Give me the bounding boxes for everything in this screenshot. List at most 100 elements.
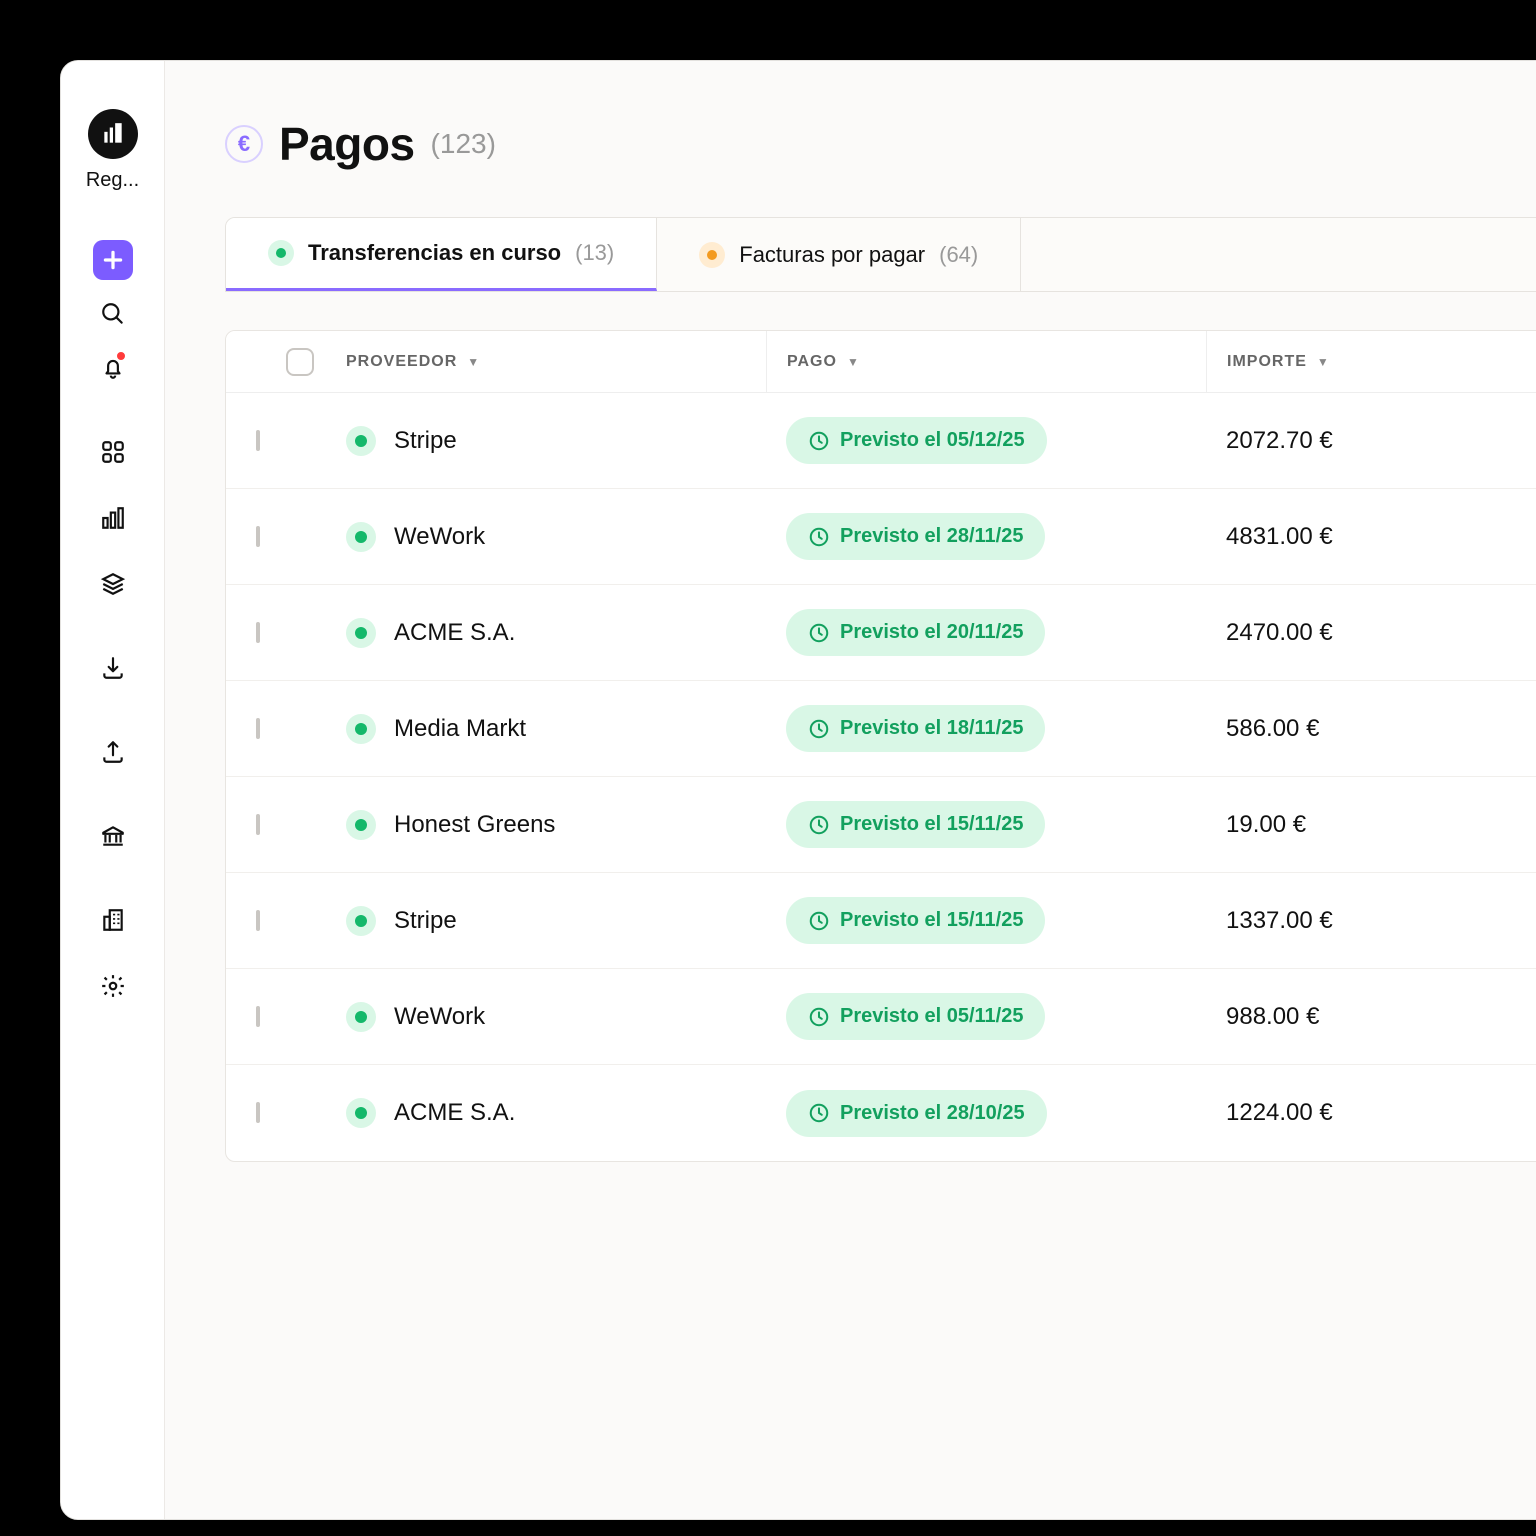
table-row[interactable]: ACME S.A. Previsto el 20/11/25 2470.00 € xyxy=(226,585,1536,681)
payment-status-pill: Previsto el 20/11/25 xyxy=(786,609,1045,656)
row-checkbox[interactable] xyxy=(256,430,260,451)
upload-icon xyxy=(100,739,126,765)
col-header-payment[interactable]: PAGO ▼ xyxy=(766,331,1206,392)
page-title-row: € Pagos (123) xyxy=(225,117,1536,171)
clock-icon xyxy=(808,622,830,644)
vendor-name: ACME S.A. xyxy=(394,1099,515,1127)
sidebar-group-5 xyxy=(93,890,133,1006)
vendor-name: Honest Greens xyxy=(394,811,555,839)
col-header-provider-label: PROVEEDOR xyxy=(346,353,457,371)
search-button[interactable] xyxy=(93,294,133,334)
page-title: Pagos xyxy=(279,117,415,171)
status-dot-icon xyxy=(346,618,376,648)
status-dot-icon xyxy=(699,242,725,268)
row-checkbox[interactable] xyxy=(256,526,260,547)
payment-date: Previsto el 20/11/25 xyxy=(840,621,1023,644)
amount: 4831.00 € xyxy=(1206,523,1536,551)
nav-download[interactable] xyxy=(93,648,133,688)
layers-icon xyxy=(100,571,126,597)
table-row[interactable]: WeWorkPrevisto el 28/11/254831.00 € xyxy=(226,489,1536,585)
nav-layers[interactable] xyxy=(93,564,133,604)
sidebar-group-3 xyxy=(93,722,133,772)
table-row[interactable]: Stripe Previsto el 15/11/25 1337.00 € xyxy=(226,873,1536,969)
status-dot-icon xyxy=(346,714,376,744)
table-row[interactable]: ACME S.A.Previsto el 28/10/251224.00 € xyxy=(226,1065,1536,1161)
clock-icon xyxy=(808,718,830,740)
payment-date: Previsto el 05/11/25 xyxy=(840,1005,1023,1028)
clock-icon xyxy=(808,910,830,932)
status-dot-icon xyxy=(346,810,376,840)
tab-count: (64) xyxy=(939,242,978,268)
col-header-amount-label: IMPORTE xyxy=(1227,353,1307,371)
payment-status-pill: Previsto el 28/11/25 xyxy=(786,513,1045,560)
payment-date: Previsto el 15/11/25 xyxy=(840,813,1023,836)
sort-caret-icon: ▼ xyxy=(467,355,480,369)
clock-icon xyxy=(808,430,830,452)
main-content: € Pagos (123) Transferencias en curso (13… xyxy=(165,61,1536,1519)
sidebar-group-2 xyxy=(93,638,133,688)
table-row[interactable]: Media MarktPrevisto el 18/11/25586.00 € xyxy=(226,681,1536,777)
row-checkbox[interactable] xyxy=(256,622,260,643)
sort-caret-icon: ▼ xyxy=(1317,355,1330,369)
vendor-name: Media Markt xyxy=(394,715,526,743)
row-checkbox[interactable] xyxy=(256,718,260,739)
clock-icon xyxy=(808,814,830,836)
table-row[interactable]: WeWork Previsto el 05/11/25 988.00 € xyxy=(226,969,1536,1065)
nav-analytics[interactable] xyxy=(93,498,133,538)
vendor-name: Stripe xyxy=(394,907,457,935)
vendor-name: WeWork xyxy=(394,1003,485,1031)
row-checkbox[interactable] xyxy=(256,1102,260,1123)
payment-date: Previsto el 18/11/25 xyxy=(840,717,1023,740)
col-header-amount[interactable]: IMPORTE ▼ xyxy=(1206,331,1536,392)
notifications-button[interactable] xyxy=(93,348,133,388)
amount: 1337.00 € xyxy=(1206,907,1536,935)
nav-bank[interactable] xyxy=(93,816,133,856)
nav-apps[interactable] xyxy=(93,432,133,472)
status-dot-icon xyxy=(346,522,376,552)
notification-dot-icon xyxy=(115,350,127,362)
nav-upload[interactable] xyxy=(93,732,133,772)
table-row[interactable]: Honest Greens Previsto el 15/11/25 19.00 € xyxy=(226,777,1536,873)
table-header: PROVEEDOR ▼ PAGO ▼ IMPORTE ▼ xyxy=(226,331,1536,393)
app-window: Reg... xyxy=(60,60,1536,1520)
row-checkbox[interactable] xyxy=(256,814,260,835)
payment-date: Previsto el 15/11/25 xyxy=(840,909,1023,932)
payment-date: Previsto el 05/12/25 xyxy=(840,429,1025,452)
app-logo[interactable] xyxy=(88,109,138,159)
vendor-name: ACME S.A. xyxy=(394,619,515,647)
nav-company[interactable] xyxy=(93,900,133,940)
bars-icon xyxy=(100,505,126,531)
payment-status-pill: Previsto el 05/12/25 xyxy=(786,417,1047,464)
status-dot-icon xyxy=(346,1002,376,1032)
amount: 2470.00 € xyxy=(1206,619,1536,647)
row-checkbox[interactable] xyxy=(256,1006,260,1027)
vendor-name: Stripe xyxy=(394,427,457,455)
tab-1[interactable]: Facturas por pagar(64) xyxy=(657,218,1021,291)
amount: 19.00 € xyxy=(1206,811,1536,839)
row-checkbox[interactable] xyxy=(256,910,260,931)
select-all-checkbox[interactable] xyxy=(286,348,314,376)
tab-label: Transferencias en curso xyxy=(308,240,561,266)
table-row[interactable]: Stripe Previsto el 05/12/25 2072.70 € xyxy=(226,393,1536,489)
download-icon xyxy=(100,655,126,681)
amount: 988.00 € xyxy=(1206,1003,1536,1031)
amount: 2072.70 € xyxy=(1206,427,1536,455)
col-header-provider[interactable]: PROVEEDOR ▼ xyxy=(326,353,766,371)
status-dot-icon xyxy=(346,906,376,936)
nav-settings[interactable] xyxy=(93,966,133,1006)
payment-status-pill: Previsto el 15/11/25 xyxy=(786,897,1045,944)
clock-icon xyxy=(808,1102,830,1124)
sort-caret-icon: ▼ xyxy=(847,355,860,369)
tab-count: (13) xyxy=(575,240,614,266)
payment-status-pill: Previsto el 18/11/25 xyxy=(786,705,1045,752)
search-icon xyxy=(100,301,126,327)
sidebar: Reg... xyxy=(61,61,165,1519)
logo-label: Reg... xyxy=(85,169,141,192)
tab-0[interactable]: Transferencias en curso (13) xyxy=(226,218,657,291)
status-dot-icon xyxy=(268,240,294,266)
tabs: Transferencias en curso (13) Facturas por … xyxy=(225,217,1536,292)
logo-icon xyxy=(100,121,126,147)
add-button[interactable] xyxy=(93,240,133,280)
payment-status-pill: Previsto el 05/11/25 xyxy=(786,993,1045,1040)
status-dot-icon xyxy=(346,1098,376,1128)
